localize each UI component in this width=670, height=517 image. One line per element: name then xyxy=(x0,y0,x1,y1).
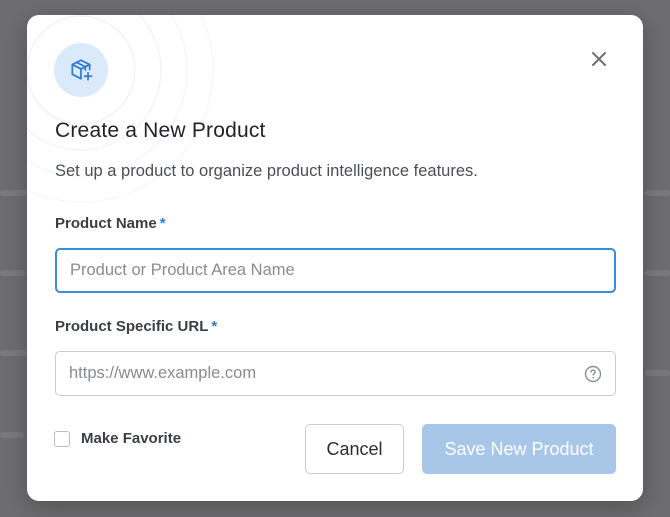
make-favorite-checkbox[interactable] xyxy=(54,430,70,447)
background-content xyxy=(645,270,670,276)
background-content xyxy=(645,190,670,196)
background-content xyxy=(645,370,670,376)
make-favorite-label: Make Favorite xyxy=(81,430,182,447)
product-url-label: Product Specific URL * xyxy=(55,318,217,335)
product-url-input[interactable] xyxy=(55,351,616,396)
product-name-label-text: Product Name xyxy=(55,215,157,232)
product-url-label-text: Product Specific URL xyxy=(55,318,209,335)
required-marker: * xyxy=(159,215,166,232)
background-content xyxy=(0,270,25,276)
dialog-subtitle: Set up a product to organize product int… xyxy=(55,162,478,180)
product-name-input[interactable] xyxy=(55,248,616,293)
cancel-button[interactable]: Cancel xyxy=(305,424,404,474)
close-button[interactable] xyxy=(588,48,610,70)
box-plus-icon xyxy=(54,43,108,97)
background-content xyxy=(0,432,24,438)
product-name-label: Product Name * xyxy=(55,215,166,232)
make-favorite-option[interactable]: Make Favorite xyxy=(54,430,181,447)
background-content xyxy=(0,350,28,356)
create-product-dialog: Create a New Product Set up a product to… xyxy=(27,15,643,501)
background-content xyxy=(0,190,30,196)
close-icon xyxy=(592,52,606,66)
save-new-product-button[interactable]: Save New Product xyxy=(422,424,616,474)
dialog-title: Create a New Product xyxy=(55,119,266,142)
required-marker: * xyxy=(211,318,218,335)
question-circle-icon[interactable] xyxy=(583,364,603,384)
